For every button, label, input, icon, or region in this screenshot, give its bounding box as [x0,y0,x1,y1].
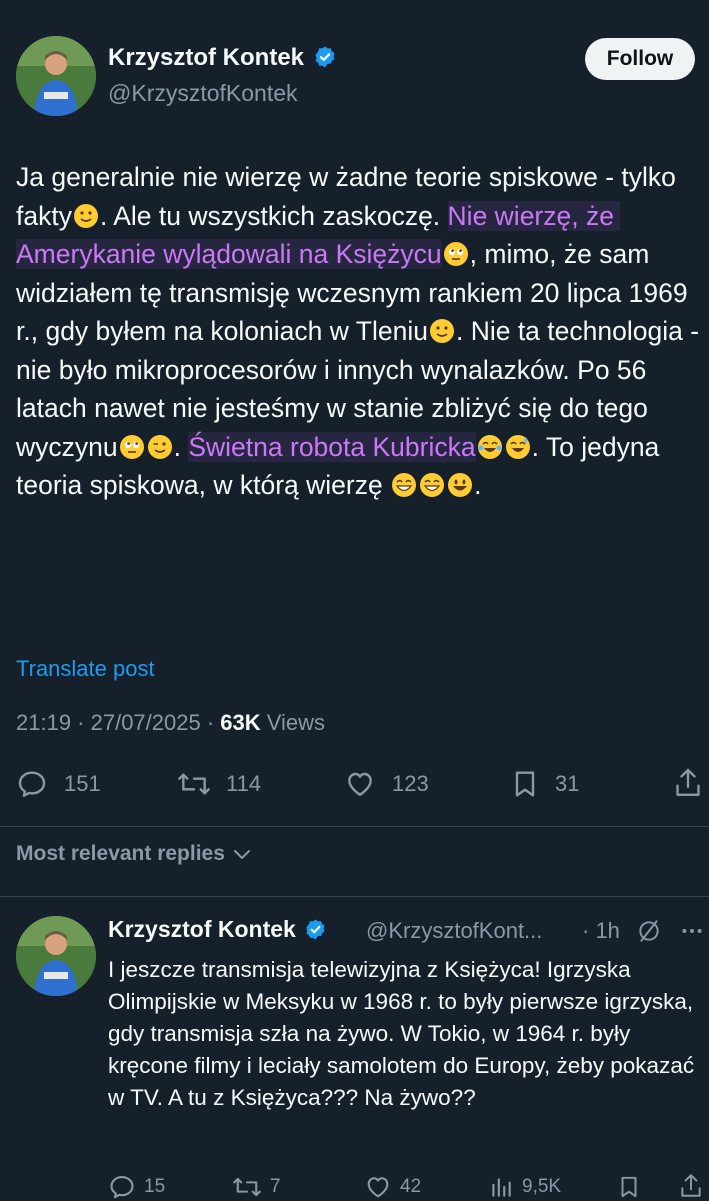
reply-like-button[interactable]: 42 [364,1173,421,1201]
reply-author-name[interactable]: Krzysztof Kontek [108,916,327,943]
reply-bookmark-button[interactable] [616,1173,642,1201]
author-avatar[interactable] [16,36,96,116]
reply-views-button[interactable]: 9,5K [488,1173,561,1201]
bookmark-button[interactable]: 31 [509,768,579,800]
crying-laughing-emoji-icon [477,434,502,459]
reply-icon [18,771,46,797]
reply-button[interactable]: 151 [16,768,101,800]
reply-age: · 1h [582,918,620,943]
avatar-photo [16,36,96,116]
like-icon [367,1177,389,1198]
reply-icon [110,1176,134,1199]
smiley-emoji-icon [448,473,473,497]
post-text: Ja generalnie nie wierzę w żadne teorie … [16,162,707,500]
divider-bottom [0,896,709,897]
rolling-eyes-emoji-icon [443,242,468,266]
highlighted-text-2: Świetna robota Kubricka [188,431,476,462]
share-icon [681,1174,701,1197]
replies-sort-dropdown[interactable]: Most relevant replies [16,842,253,866]
reply-author-handle[interactable]: @KrzysztofKont... [366,918,542,944]
post-meta: 21:19 · 27/07/2025 · 63K Views [16,710,326,735]
grinning-emoji-icon [420,473,445,497]
views-icon [492,1178,511,1197]
chevron-down-icon [233,850,250,860]
bookmark-icon [515,771,535,797]
translate-post-link[interactable]: Translate post [16,656,155,682]
avatar-photo [16,916,96,996]
share-button[interactable] [672,766,704,800]
slightly-smiling-emoji-icon [429,319,454,343]
reply-share-button[interactable] [678,1171,704,1201]
verified-badge-icon [315,46,335,68]
grok-icon[interactable] [636,918,662,944]
reply-text: I jeszcze transmisja telewizyjna z Księż… [108,957,695,1110]
reply-reply-button[interactable]: 15 [108,1173,165,1201]
views-count: 63K [220,710,261,735]
follow-button[interactable]: Follow [585,38,695,80]
winking-emoji-icon [147,434,172,459]
bookmark-icon [621,1176,637,1198]
like-icon [348,772,372,796]
verified-badge-icon [306,919,325,940]
author-name[interactable]: Krzysztof Kontek [108,44,337,72]
author-handle[interactable]: @KrzysztofKontek [108,80,298,107]
grinning-emoji-icon [392,473,417,497]
repost-button[interactable]: 114 [176,768,261,800]
divider-top [0,826,709,827]
sweat-smile-emoji-icon [505,434,530,459]
reply-repost-button[interactable]: 7 [232,1173,281,1201]
repost-icon [233,1177,261,1197]
rolling-eyes-emoji-icon [119,434,144,459]
reply-avatar[interactable] [16,916,96,996]
share-icon [676,768,700,796]
slightly-smiling-emoji-icon [73,203,98,228]
repost-icon [178,773,210,795]
more-icon[interactable] [679,918,705,944]
like-button[interactable]: 123 [344,768,429,800]
